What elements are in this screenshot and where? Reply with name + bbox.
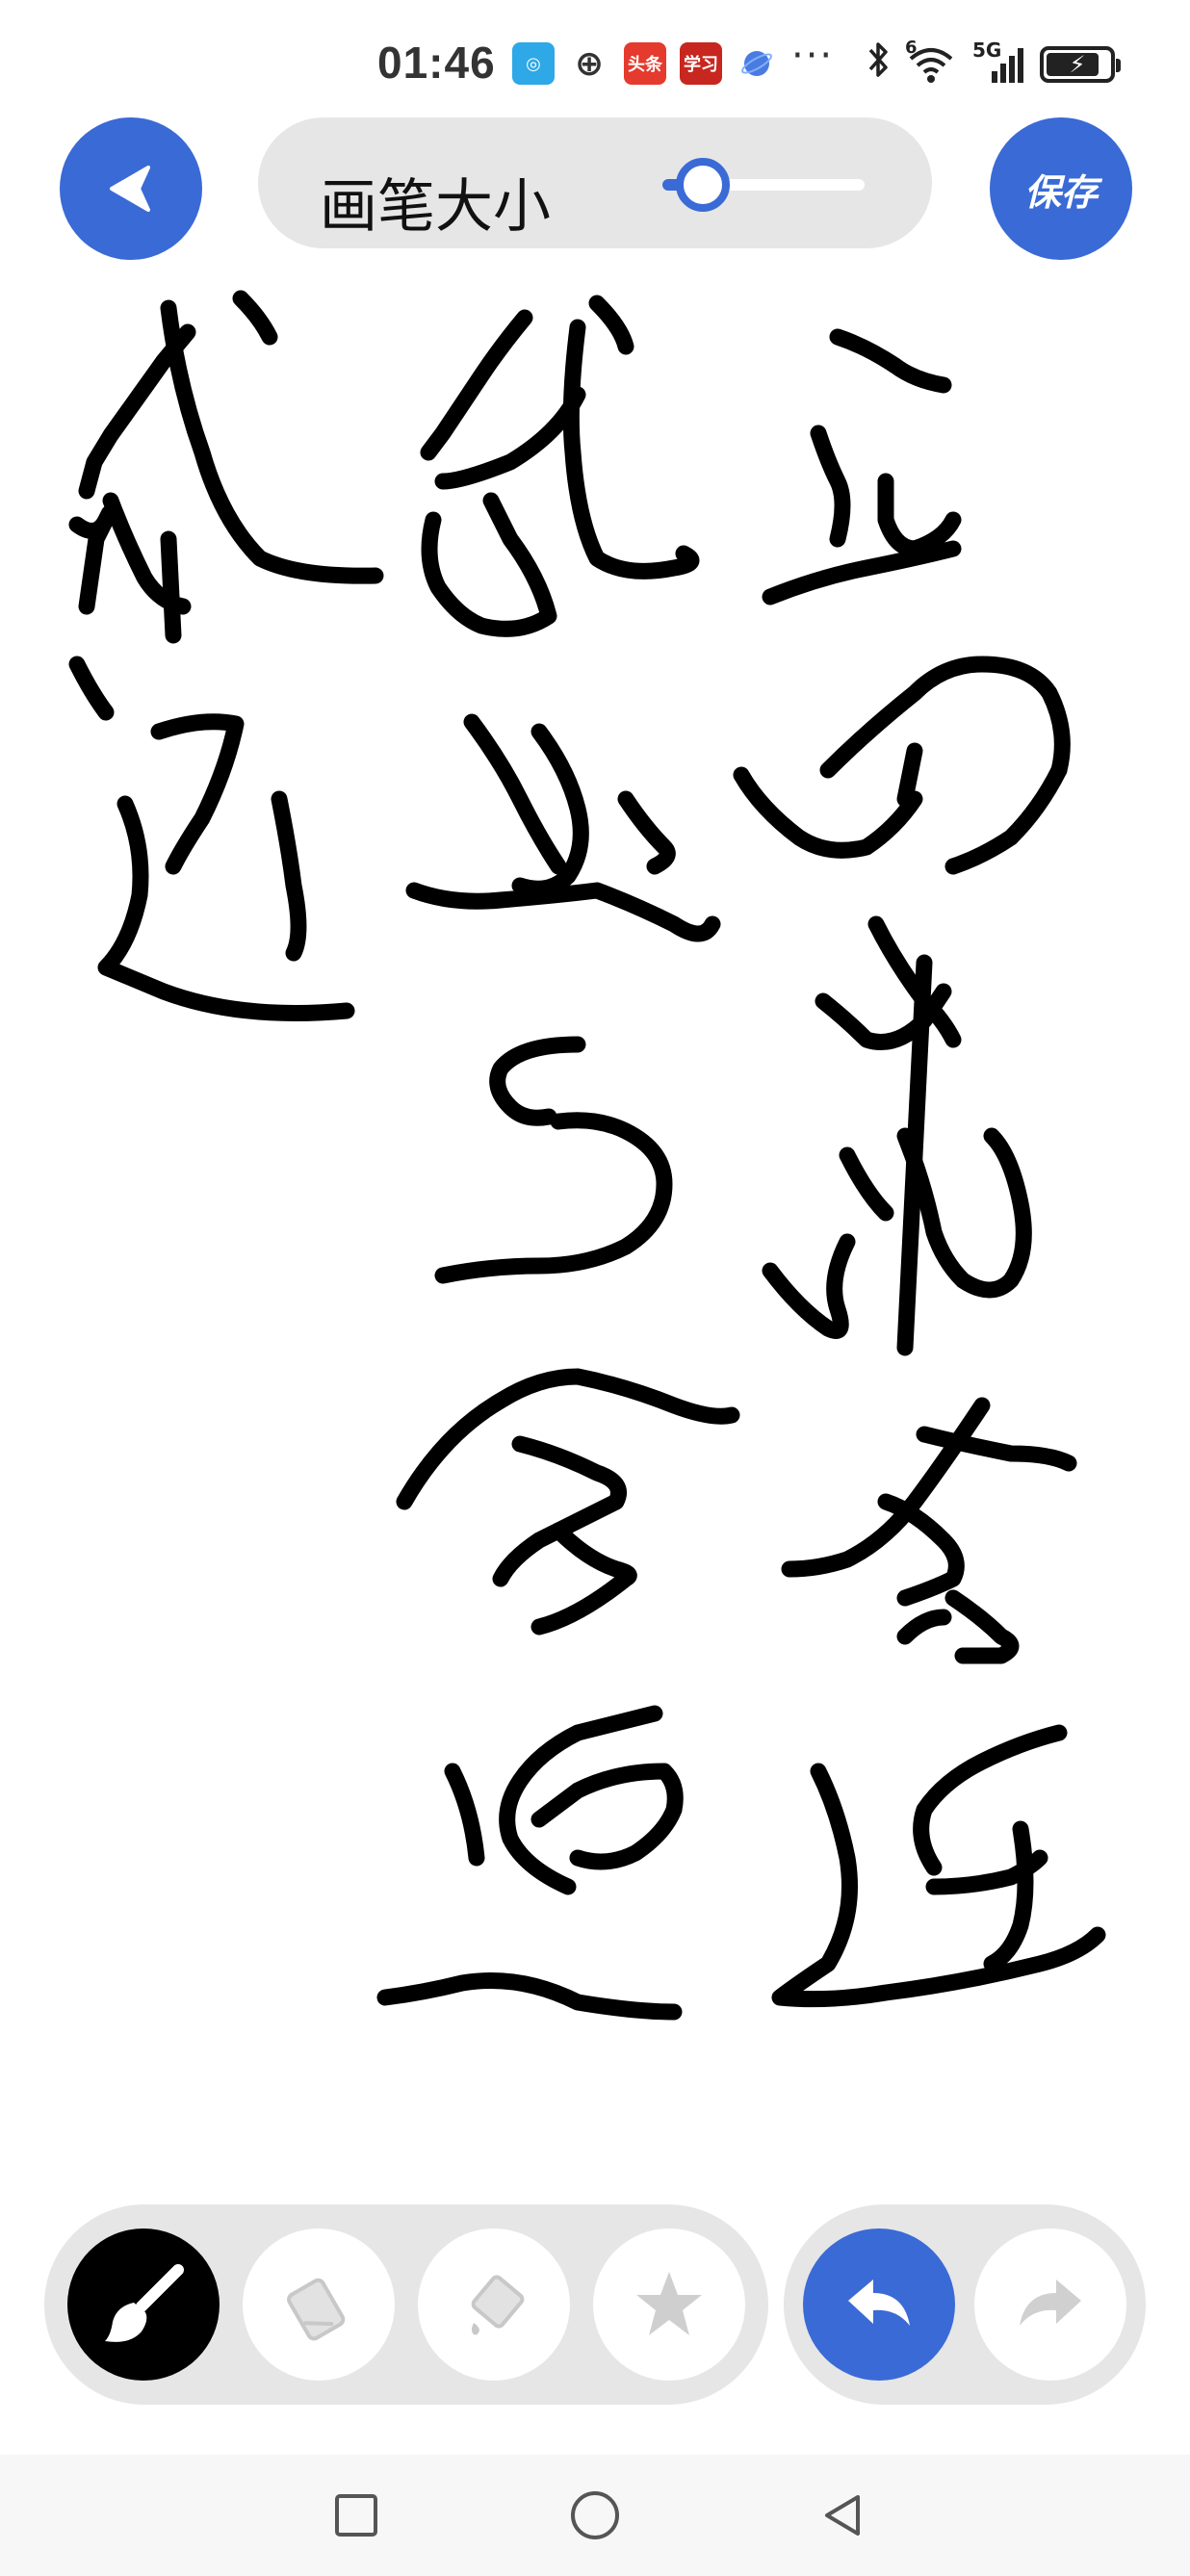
stroke — [896, 1609, 952, 1645]
undo-button[interactable] — [803, 2228, 955, 2381]
stroke — [762, 1233, 856, 1339]
stroke — [896, 742, 923, 808]
stroke — [68, 504, 117, 615]
sticker-tool-button[interactable] — [593, 2228, 745, 2381]
toutiao-icon: 头条 — [624, 42, 666, 85]
stroke — [434, 1112, 673, 1284]
redo-icon — [1020, 2280, 1081, 2326]
wifi-sub-label: 6 — [905, 37, 918, 58]
stroke — [819, 656, 1071, 779]
redo-button[interactable] — [974, 2228, 1126, 2381]
stroke — [733, 766, 923, 859]
brush-size-label: 画笔大小 — [320, 173, 551, 241]
app-icon: ◎ — [512, 42, 555, 85]
charging-icon: ⚡ — [1069, 50, 1086, 78]
stroke — [829, 328, 952, 394]
bluetooth-icon — [867, 40, 892, 88]
stroke — [271, 790, 307, 962]
system-icons: 6 5G ⚡ — [867, 38, 1121, 88]
stroke — [839, 1146, 894, 1222]
undo-icon — [848, 2280, 910, 2326]
history-bar — [784, 2204, 1146, 2405]
stroke — [530, 1522, 637, 1636]
eraser-tool-button[interactable] — [243, 2228, 395, 2381]
recent-apps-icon — [335, 2494, 377, 2537]
eraser-icon — [287, 2278, 346, 2341]
stroke — [232, 290, 278, 346]
stroke — [421, 492, 557, 637]
planet-icon — [736, 42, 778, 85]
handwriting-strokes — [68, 290, 1106, 2021]
drawing-canvas[interactable] — [0, 279, 1190, 2156]
home-icon — [571, 2491, 619, 2539]
stroke — [160, 299, 384, 584]
stroke — [944, 761, 1068, 875]
stroke — [68, 656, 115, 721]
brush-icon — [105, 2264, 184, 2342]
stroke — [983, 1820, 1034, 1972]
wifi-icon: 6 — [905, 38, 957, 84]
stroke — [762, 540, 962, 605]
back-button[interactable] — [60, 117, 202, 260]
back-icon — [825, 2495, 860, 2536]
xuexi-icon: 学习 — [680, 42, 722, 85]
stroke — [913, 1724, 1068, 1876]
stroke — [405, 882, 721, 942]
more-notifications-icon: ··· — [791, 34, 835, 78]
stroke — [376, 1972, 683, 2021]
stroke — [810, 425, 851, 548]
stroke — [588, 295, 634, 355]
stroke — [160, 530, 182, 644]
battery-icon: ⚡ — [1040, 45, 1121, 83]
home-button[interactable] — [556, 2455, 634, 2576]
cellular-signal-icon: 5G — [972, 39, 1024, 85]
stroke — [944, 1589, 1020, 1664]
brush-tool-button[interactable] — [67, 2228, 220, 2381]
drawing-tools-bar — [44, 2204, 768, 2405]
recent-apps-button[interactable] — [318, 2455, 395, 2576]
stroke — [877, 473, 962, 557]
stroke — [896, 1127, 1032, 1299]
stroke — [420, 309, 533, 461]
status-bar: 01:46 ◎ ⊕ 头条 学习 ··· 6 5G ⚡ — [0, 0, 1190, 116]
stroke — [396, 1368, 740, 1510]
globe-icon: ⊕ — [574, 43, 605, 84]
stroke — [562, 319, 700, 580]
fill-bucket-icon — [471, 2275, 525, 2335]
stroke — [530, 1763, 684, 1870]
nav-back-button[interactable] — [805, 2455, 882, 2576]
brush-size-slider-thumb[interactable] — [676, 158, 730, 212]
stroke — [150, 713, 245, 875]
stroke — [444, 1763, 485, 1867]
status-time: 01:46 — [377, 38, 496, 88]
back-arrow-icon — [110, 166, 150, 212]
stroke — [617, 790, 676, 875]
stroke — [97, 795, 355, 1021]
stroke — [489, 1036, 586, 1126]
sticker-star-icon — [636, 2272, 702, 2335]
system-navigation-bar — [0, 2455, 1190, 2576]
fill-tool-button[interactable] — [418, 2228, 570, 2381]
brush-size-control: 画笔大小 — [258, 117, 932, 248]
notification-icons: ◎ ⊕ 头条 学习 ··· — [512, 34, 834, 85]
save-button[interactable]: 保存 — [990, 117, 1132, 260]
